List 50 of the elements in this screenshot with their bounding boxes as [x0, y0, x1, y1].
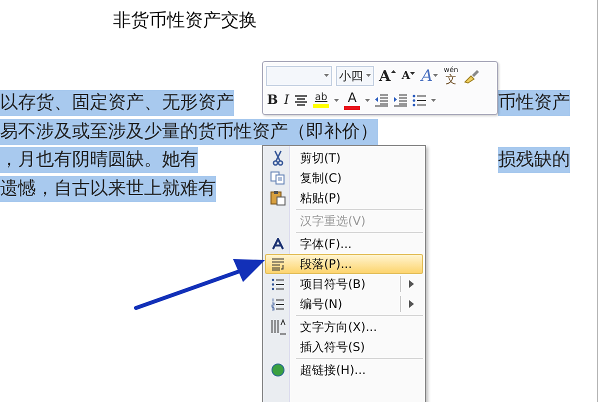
menu-item[interactable]: 项目符号(B): [265, 274, 423, 294]
center-align-icon[interactable]: [294, 94, 308, 106]
decrease-indent-icon[interactable]: [374, 94, 390, 107]
font-color-button[interactable]: A: [343, 92, 362, 110]
document-title: 非货币性资产交换: [112, 9, 257, 33]
text-direction-icon: [270, 319, 286, 335]
bold-button[interactable]: B: [266, 93, 279, 108]
brush-icon[interactable]: [463, 68, 482, 84]
menu-item[interactable]: 复制(C): [265, 168, 423, 188]
menu-item[interactable]: 段落(P)...: [265, 254, 423, 274]
menu-item[interactable]: 字体(F)...: [265, 234, 423, 254]
submenu-arrow-icon: [409, 280, 414, 288]
clipboard-icon: [270, 190, 286, 206]
letter-icon: [272, 238, 284, 250]
highlight-button[interactable]: ab: [312, 93, 330, 108]
document-text: 遗憾，自古以来世上就难有: [0, 176, 216, 202]
menu-item[interactable]: 编号(N): [265, 294, 423, 314]
italic-button[interactable]: I: [283, 93, 290, 108]
shrink-font-button[interactable]: A: [400, 69, 416, 82]
document-text: ，月也有阴晴圆缺。她有: [0, 147, 198, 174]
caret-icon[interactable]: [365, 99, 370, 102]
menu-item[interactable]: 文字方向(X)...: [265, 317, 423, 337]
caret-icon: [324, 74, 329, 77]
menu-item[interactable]: 插入符号(S): [265, 337, 423, 357]
document-text: 以存货、固定资产、无形资产: [0, 90, 234, 116]
document-text: 币性资产: [498, 90, 570, 116]
submenu-arrow-icon: [409, 300, 414, 308]
document-text: 损残缺的: [498, 147, 570, 174]
caret-icon: [410, 72, 416, 75]
menu-item[interactable]: 超链接(H)...: [265, 360, 423, 380]
bullet-list-icon: [271, 278, 285, 290]
grow-font-button[interactable]: A: [378, 66, 397, 84]
copy-icon: [270, 171, 286, 185]
caret-icon: [432, 74, 438, 77]
increase-indent-icon[interactable]: [393, 94, 408, 107]
caret-icon: [390, 70, 396, 72]
caret-icon[interactable]: [334, 99, 340, 102]
menu-item[interactable]: 粘贴(P): [265, 188, 423, 208]
numbered-list-icon: [271, 298, 285, 310]
paragraph-icon: [271, 258, 285, 270]
bullet-list-icon[interactable]: [412, 94, 428, 107]
menu-item[interactable]: 剪切(T): [265, 148, 423, 168]
document-text: 易不涉及或至涉及少量的货币性资产（即补价）: [0, 118, 378, 145]
styles-button[interactable]: A: [420, 66, 439, 85]
font-name-field[interactable]: [266, 66, 332, 86]
globe-icon: [271, 363, 285, 377]
scissors-icon: [272, 150, 284, 166]
caret-icon: [366, 74, 371, 77]
font-size-field[interactable]: 小四: [336, 66, 374, 86]
caret-icon[interactable]: [431, 99, 436, 102]
